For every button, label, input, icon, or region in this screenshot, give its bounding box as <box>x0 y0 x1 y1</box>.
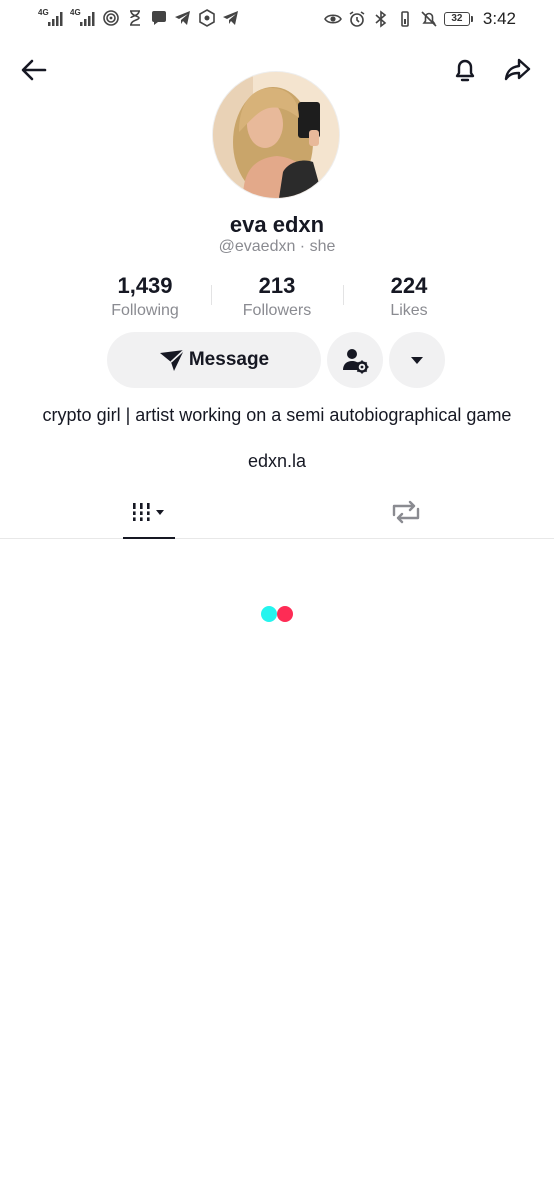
alarm-icon <box>348 10 366 28</box>
hourglass-icon <box>126 9 144 27</box>
telegram-icon <box>222 9 240 27</box>
person-gear-icon <box>343 349 369 374</box>
username: @evaedxn <box>218 238 296 255</box>
message-button-label: Message <box>188 349 270 370</box>
app-shield-icon <box>198 9 216 27</box>
tab-videos[interactable] <box>10 486 287 539</box>
separator: · <box>295 238 310 255</box>
share-button[interactable] <box>499 52 535 88</box>
pronouns: she <box>309 238 336 255</box>
status-right: 32 3:42 <box>323 9 516 29</box>
bio-text: crypto girl | artist working on a semi a… <box>42 405 512 425</box>
mute-bell-icon <box>420 10 438 28</box>
share-arrow-icon <box>504 58 531 81</box>
eye-icon <box>323 10 342 28</box>
loading-indicator <box>261 606 293 622</box>
cellular-signal-icon: 4G <box>70 9 96 27</box>
paper-plane-icon <box>159 349 185 371</box>
bluetooth-icon <box>372 10 390 28</box>
content-tabs <box>0 486 554 539</box>
likes-label: Likes <box>390 302 428 319</box>
loader-dot-cyan <box>261 606 277 622</box>
tab-reposts[interactable] <box>267 486 544 538</box>
status-left: 4G 4G <box>38 9 240 27</box>
vibrate-icon <box>396 10 414 28</box>
notifications-button[interactable] <box>447 52 483 88</box>
friend-settings-button[interactable] <box>327 332 383 388</box>
followers-label: Followers <box>242 302 312 319</box>
grid-bars-icon <box>130 503 164 521</box>
battery-indicator: 32 <box>443 12 473 26</box>
hotspot-icon <box>102 9 120 27</box>
chat-bubble-icon <box>150 9 168 27</box>
bell-icon <box>455 59 475 82</box>
stat-followers[interactable]: 213 Followers <box>211 273 343 321</box>
likes-count: 224 <box>390 273 428 298</box>
active-tab-indicator <box>123 537 175 539</box>
repost-icon <box>392 500 419 524</box>
arrow-left-icon <box>21 59 47 81</box>
stat-likes[interactable]: 224 Likes <box>343 273 475 321</box>
display-name: eva edxn <box>229 212 325 237</box>
handle-row: @evaedxn · she <box>0 238 554 256</box>
avatar[interactable] <box>213 72 339 198</box>
cellular-signal-icon: 4G <box>38 9 64 27</box>
followers-count: 213 <box>258 273 296 298</box>
stat-following[interactable]: 1,439 Following <box>79 273 211 321</box>
following-count: 1,439 <box>117 273 173 298</box>
battery-level: 32 <box>443 12 470 26</box>
bio-link[interactable]: edxn.la <box>0 451 554 472</box>
status-bar: 4G 4G 32 3:42 <box>0 0 554 36</box>
loader-dot-red <box>277 606 293 622</box>
message-button[interactable]: Message <box>107 332 321 388</box>
back-button[interactable] <box>16 52 52 88</box>
profile-actions: Message <box>107 332 445 388</box>
status-clock: 3:42 <box>482 9 516 28</box>
profile-photo <box>213 72 339 198</box>
profile-stats: 1,439 Following 213 Followers 224 Likes <box>79 273 475 321</box>
following-label: Following <box>111 302 179 319</box>
telegram-icon <box>174 9 192 27</box>
more-options-button[interactable] <box>389 332 445 388</box>
caret-down-icon <box>411 357 423 364</box>
